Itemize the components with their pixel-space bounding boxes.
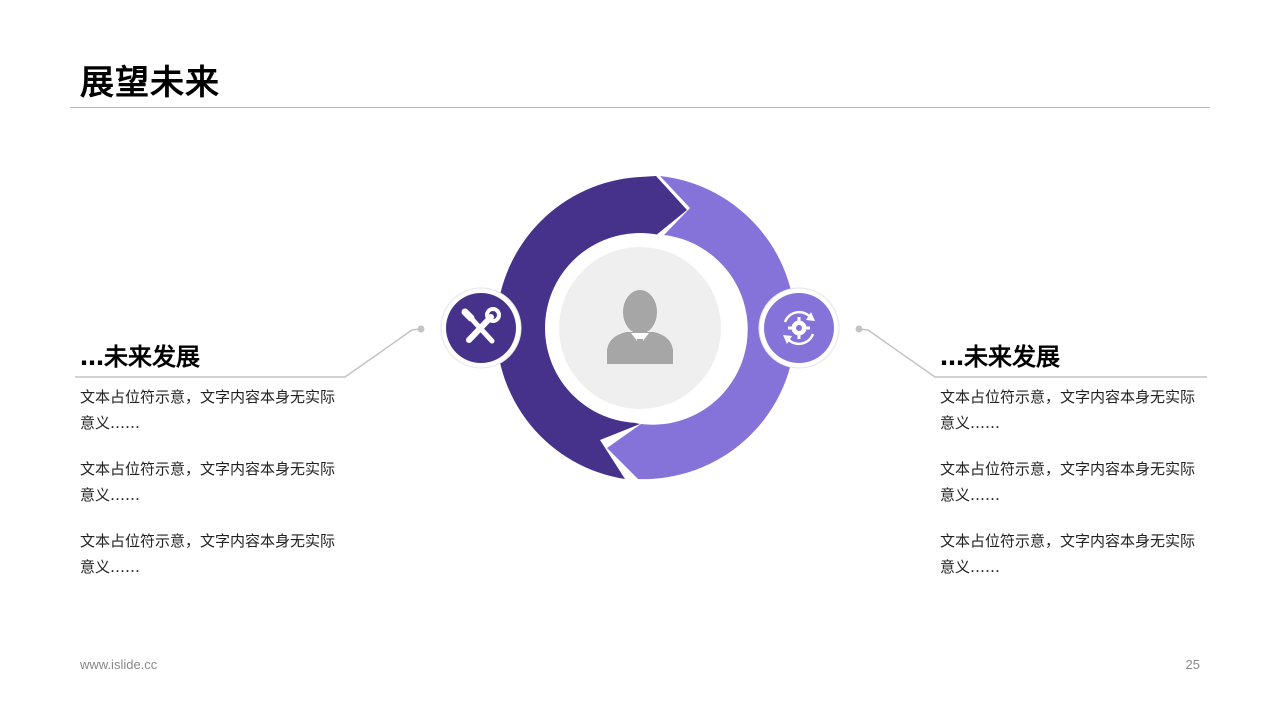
left-item-list: 文本占位符示意，文字内容本身无实际意义…… 文本占位符示意，文字内容本身无实际意… <box>80 384 335 600</box>
right-heading: …未来发展 <box>940 343 1060 371</box>
footer-url[interactable]: www.islide.cc <box>80 657 157 672</box>
right-connector-dot <box>855 325 863 333</box>
left-item-2: 文本占位符示意，文字内容本身无实际意义…… <box>80 460 336 504</box>
left-item-3: 文本占位符示意，文字内容本身无实际意义…… <box>80 532 336 576</box>
page-number: 25 <box>1185 657 1200 672</box>
left-connector-dot <box>417 325 425 333</box>
left-heading: …未来发展 <box>80 343 200 371</box>
right-item-list: 文本占位符示意，文字内容本身无实际意义…… 文本占位符示意，文字内容本身无实际意… <box>940 384 1195 600</box>
right-item-1: 文本占位符示意，文字内容本身无实际意义…… <box>940 388 1196 432</box>
left-item-1: 文本占位符示意，文字内容本身无实际意义…… <box>80 388 336 432</box>
right-item-2: 文本占位符示意，文字内容本身无实际意义…… <box>940 460 1196 504</box>
right-item-3: 文本占位符示意，文字内容本身无实际意义…… <box>940 532 1196 576</box>
